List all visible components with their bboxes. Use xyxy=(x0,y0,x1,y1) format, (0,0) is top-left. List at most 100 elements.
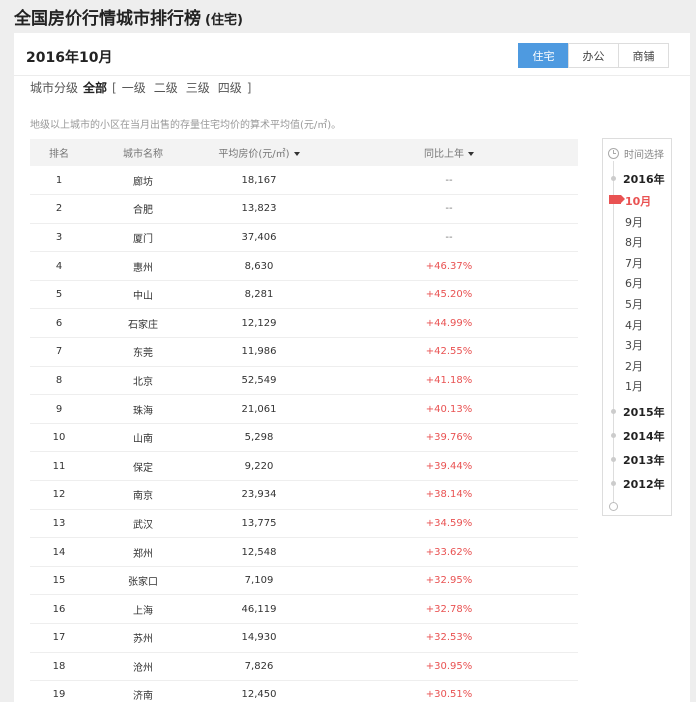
rank-cell: 6 xyxy=(55,317,63,329)
table-header-row: 排名 城市名称 平均房价(元/㎡) 同比上年 xyxy=(30,139,578,166)
timeline-month[interactable]: 4月 xyxy=(603,315,671,333)
timeline-year[interactable]: 2014年 xyxy=(603,426,671,444)
city-cell: 上海 xyxy=(133,605,153,617)
time-selector: 时间选择 2016年 10月 9月 8月 7月 6月 5月 4月 3月 2月 1月 2015年 2014… xyxy=(602,138,672,516)
timeline-label: 2015年 xyxy=(623,406,665,420)
table-row: 1 廊坊 18,167 -- xyxy=(30,166,578,195)
col-price-header[interactable]: 平均房价(元/㎡) xyxy=(198,139,320,166)
table-row: 19 济南 12,450 +30.51% xyxy=(30,681,578,702)
table-row: 16 上海 46,119 +32.78% xyxy=(30,595,578,624)
rank-cell: 4 xyxy=(55,260,63,272)
timeline-year[interactable]: 2012年 xyxy=(603,474,671,492)
timeline-label: 9月 xyxy=(625,215,643,229)
col-city-header: 城市名称 xyxy=(123,149,163,160)
col-yoy-header[interactable]: 同比上年 xyxy=(320,139,578,166)
city-cell: 武汉 xyxy=(133,519,153,531)
tier-option-2[interactable]: 二级 xyxy=(154,79,178,96)
timeline-dot-icon xyxy=(611,176,616,181)
tab-shop[interactable]: 商铺 xyxy=(618,43,669,68)
rank-cell: 7 xyxy=(55,346,63,358)
price-cell: 37,406 xyxy=(241,231,277,243)
rank-cell: 19 xyxy=(52,689,66,701)
city-cell: 沧州 xyxy=(133,662,153,674)
yoy-cell: +38.14% xyxy=(425,489,473,501)
city-cell: 济南 xyxy=(133,691,153,702)
rank-cell: 5 xyxy=(55,289,63,301)
timeline-label: 3月 xyxy=(625,339,643,353)
timeline-month[interactable]: 1月 xyxy=(603,376,671,394)
table-row: 11 保定 9,220 +39.44% xyxy=(30,452,578,481)
rank-cell: 3 xyxy=(55,231,63,243)
price-cell: 7,826 xyxy=(244,660,274,672)
rank-cell: 8 xyxy=(55,374,63,386)
price-cell: 8,281 xyxy=(244,289,274,301)
tier-option-all[interactable]: 全部 xyxy=(83,79,107,96)
timeline-month[interactable]: 10月 xyxy=(603,191,671,209)
price-cell: 11,986 xyxy=(241,346,277,358)
tier-option-4[interactable]: 四级 xyxy=(218,79,242,96)
tier-option-3[interactable]: 三级 xyxy=(186,79,210,96)
price-cell: 12,548 xyxy=(241,546,277,558)
price-cell: 9,220 xyxy=(244,460,274,472)
page-title-text: 全国房价行情城市排行榜 xyxy=(14,9,201,29)
city-tier-filter: 城市分级 全部 [ 一级 二级 三级 四级 ] xyxy=(30,79,252,96)
rank-cell: 1 xyxy=(55,174,63,186)
city-cell: 张家口 xyxy=(128,577,158,589)
sort-down-icon xyxy=(293,152,300,156)
tab-residential[interactable]: 住宅 xyxy=(518,43,569,68)
city-cell: 北京 xyxy=(133,376,153,388)
timeline-month[interactable]: 6月 xyxy=(603,273,671,291)
price-cell: 7,109 xyxy=(244,575,274,587)
price-cell: 52,549 xyxy=(241,374,277,386)
price-cell: 18,167 xyxy=(241,174,277,186)
rank-cell: 11 xyxy=(52,460,66,472)
timeline-year[interactable]: 2013年 xyxy=(603,450,671,468)
rank-cell: 15 xyxy=(52,575,66,587)
timeline-month[interactable]: 8月 xyxy=(603,232,671,250)
sort-down-icon xyxy=(468,152,474,156)
timeline-month[interactable]: 3月 xyxy=(603,335,671,353)
city-cell: 山南 xyxy=(133,434,153,446)
yoy-cell: -- xyxy=(445,203,453,215)
bracket-open: [ xyxy=(112,80,117,95)
tab-office[interactable]: 办公 xyxy=(568,43,619,68)
table-row: 13 武汉 13,775 +34.59% xyxy=(30,509,578,538)
yoy-cell: +32.53% xyxy=(425,632,473,644)
table-row: 18 沧州 7,826 +30.95% xyxy=(30,652,578,681)
table-row: 4 惠州 8,630 +46.37% xyxy=(30,252,578,281)
price-cell: 23,934 xyxy=(241,489,277,501)
timeline-label: 5月 xyxy=(625,298,643,311)
col-yoy-header-label: 同比上年 xyxy=(424,149,464,160)
table-row: 5 中山 8,281 +45.20% xyxy=(30,280,578,309)
timeline-month[interactable]: 5月 xyxy=(603,294,671,312)
price-cell: 13,775 xyxy=(241,517,277,529)
timeline-label: 2012年 xyxy=(623,478,665,492)
price-cell: 5,298 xyxy=(244,432,274,444)
timeline-label: 8月 xyxy=(625,236,643,250)
yoy-cell: +30.95% xyxy=(425,660,473,672)
city-cell: 合肥 xyxy=(133,205,153,217)
header-divider xyxy=(14,75,690,76)
city-cell: 苏州 xyxy=(133,634,153,646)
yoy-cell: +40.13% xyxy=(425,403,473,415)
yoy-cell: +45.20% xyxy=(425,289,473,301)
table-row: 3 厦门 37,406 -- xyxy=(30,223,578,252)
timeline-label: 6月 xyxy=(625,277,643,291)
timeline-month[interactable]: 9月 xyxy=(603,212,671,230)
clock-icon xyxy=(608,148,619,159)
time-selector-header: 时间选择 xyxy=(608,146,664,161)
timeline-year[interactable]: 2015年 xyxy=(603,402,671,420)
timeline-label: 2014年 xyxy=(623,430,665,444)
page-subtitle: (住宅) xyxy=(205,13,243,28)
city-cell: 惠州 xyxy=(133,262,153,274)
table-row: 9 珠海 21,061 +40.13% xyxy=(30,395,578,424)
timeline-year[interactable]: 2016年 xyxy=(603,169,671,187)
timeline-month[interactable]: 7月 xyxy=(603,253,671,271)
city-cell: 东莞 xyxy=(133,348,153,360)
timeline-month[interactable]: 2月 xyxy=(603,356,671,374)
price-cell: 13,823 xyxy=(241,203,277,215)
city-cell: 石家庄 xyxy=(128,319,158,331)
tier-option-1[interactable]: 一级 xyxy=(122,79,146,96)
rank-cell: 18 xyxy=(52,660,66,672)
city-cell: 厦门 xyxy=(133,233,153,245)
